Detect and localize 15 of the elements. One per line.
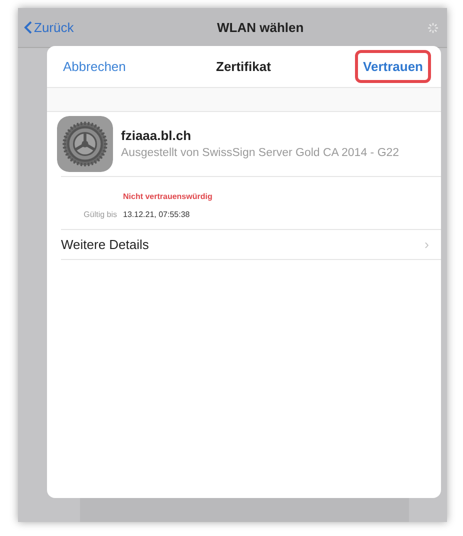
gear-icon (57, 116, 113, 172)
cancel-button[interactable]: Abbrechen (57, 56, 132, 76)
trust-status: Nicht vertrauenswürdig (123, 191, 214, 203)
valid-label: Gültig bis (82, 209, 117, 221)
certificate-issuer: Ausgestellt von SwissSign Server Gold CA 2014 - G22 (121, 146, 400, 162)
certificate-name: fziaaa.bl.ch (121, 126, 192, 145)
trust-button[interactable]: Vertrauen (355, 50, 431, 84)
valid-date: 13.12.21, 07:55:38 (123, 209, 190, 221)
nav-title: WLAN wählen (216, 18, 305, 37)
chevron-left-icon (24, 21, 32, 34)
back-button[interactable]: Zurück (24, 18, 74, 38)
sheet-title: Zertifikat (216, 58, 271, 76)
details-row[interactable]: Weitere Details › (61, 229, 441, 260)
chevron-right-icon: › (424, 234, 429, 255)
spinner-icon (427, 22, 439, 34)
